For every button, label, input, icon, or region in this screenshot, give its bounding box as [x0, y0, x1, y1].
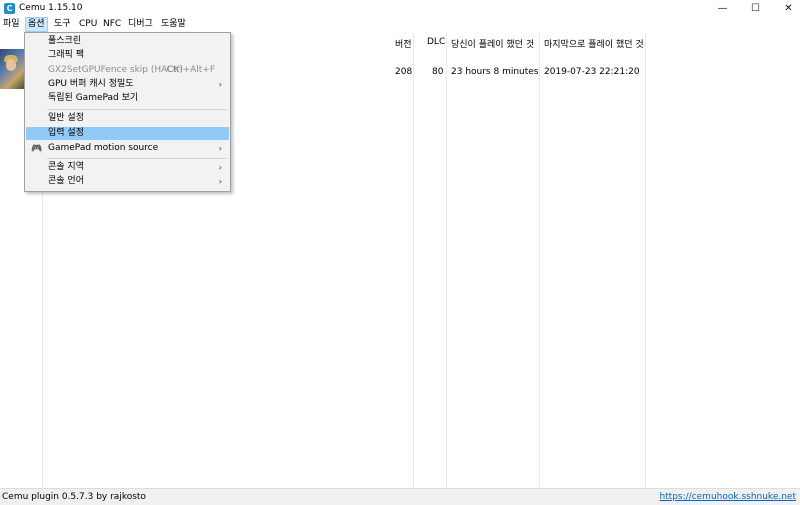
- column-header-last-played[interactable]: 마지막으로 플레이 했던 것: [544, 37, 644, 50]
- minimize-button[interactable]: —: [706, 0, 739, 17]
- status-bar: Cemu plugin 0.5.7.3 by rajkosto https://…: [0, 488, 800, 505]
- maximize-button[interactable]: ☐: [739, 0, 772, 17]
- gamepad-icon: 🎮: [31, 144, 43, 154]
- menu-item-input-settings[interactable]: 입력 설정: [26, 127, 229, 140]
- menu-item-gpu-buffer-cache[interactable]: GPU 버퍼 캐시 정밀도 ›: [26, 78, 229, 91]
- menu-tools[interactable]: 도구: [52, 18, 73, 31]
- menu-nfc[interactable]: NFC: [101, 18, 123, 31]
- column-header-played[interactable]: 당신이 플레이 했던 것: [451, 37, 534, 50]
- menu-help[interactable]: 도움말: [159, 18, 188, 31]
- menu-item-separate-gamepad-view[interactable]: 독립된 GamePad 보기: [26, 92, 229, 105]
- menu-item-gamepad-motion-source[interactable]: 🎮 GamePad motion source ›: [26, 142, 229, 155]
- menu-separator: [47, 158, 227, 159]
- menu-separator: [47, 109, 227, 110]
- column-divider: [645, 33, 646, 488]
- game-thumbnail[interactable]: [0, 49, 24, 89]
- title-bar: C Cemu 1.15.10 — ☐ ✕: [0, 0, 800, 17]
- menu-bar: 파일 옵션 도구 CPU NFC 디버그 도움말: [0, 17, 800, 32]
- cemu-window: C Cemu 1.15.10 — ☐ ✕ 파일 옵션 도구 CPU NFC 디버…: [0, 0, 800, 505]
- column-divider: [539, 33, 540, 488]
- chevron-right-icon: ›: [218, 163, 222, 172]
- column-divider: [446, 33, 447, 488]
- menu-item-fullscreen[interactable]: 풀스크린: [26, 35, 229, 48]
- column-divider: [413, 33, 414, 488]
- plugin-info: Cemu plugin 0.5.7.3 by rajkosto: [2, 492, 146, 502]
- menu-options[interactable]: 옵션: [25, 17, 48, 32]
- close-button[interactable]: ✕: [772, 0, 800, 17]
- options-dropdown-menu: 풀스크린 그래픽 팩 GX2SetGPUFence skip (HACK) Ct…: [24, 32, 231, 192]
- row-played-time: 23 hours 8 minutes: [451, 67, 539, 77]
- row-dlc: 80: [432, 67, 444, 77]
- chevron-right-icon: ›: [218, 177, 222, 186]
- menu-debug[interactable]: 디버그: [126, 18, 155, 31]
- chevron-right-icon: ›: [218, 144, 222, 153]
- row-version: 208: [395, 67, 413, 77]
- cemuhook-link[interactable]: https://cemuhook.sshnuke.net: [659, 492, 796, 502]
- chevron-right-icon: ›: [218, 80, 222, 89]
- menu-item-gx2-fence-skip[interactable]: GX2SetGPUFence skip (HACK) Ctrl+Alt+F: [26, 64, 229, 77]
- cemu-app-icon: C: [4, 3, 15, 14]
- shortcut-label: Ctrl+Alt+F: [166, 65, 215, 75]
- window-title: Cemu 1.15.10: [19, 3, 83, 13]
- menu-item-general-settings[interactable]: 일반 설정: [26, 112, 229, 125]
- menu-item-console-language[interactable]: 콘솔 언어 ›: [26, 175, 229, 188]
- column-header-dlc[interactable]: DLC: [427, 37, 445, 47]
- menu-cpu[interactable]: CPU: [77, 18, 99, 31]
- column-header-version[interactable]: 버전: [395, 37, 412, 50]
- menu-item-console-region[interactable]: 콘솔 지역 ›: [26, 161, 229, 174]
- row-last-played: 2019-07-23 22:21:20: [544, 67, 640, 77]
- menu-item-graphic-packs[interactable]: 그래픽 팩: [26, 49, 229, 62]
- menu-file[interactable]: 파일: [1, 18, 22, 31]
